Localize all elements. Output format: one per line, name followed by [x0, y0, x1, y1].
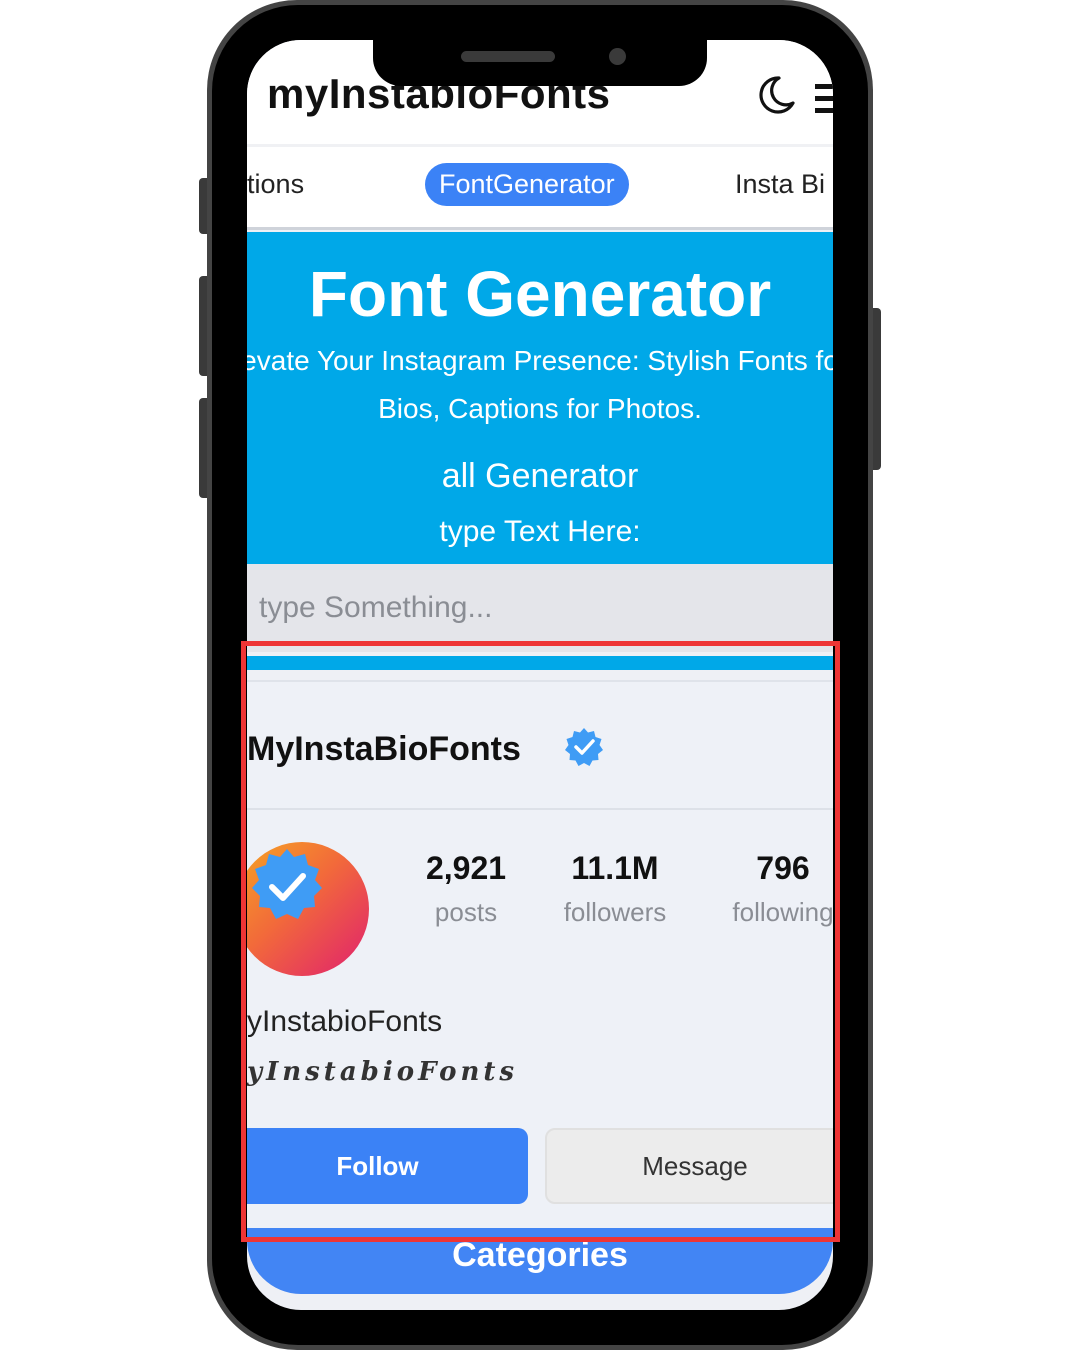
phone-notch	[373, 38, 707, 86]
moon-icon[interactable]	[753, 73, 797, 117]
input-label: type Text Here:	[439, 515, 641, 548]
menu-icon[interactable]	[815, 82, 833, 116]
tab-captions[interactable]: aptions	[247, 169, 304, 200]
generator-heading: all Generator	[441, 457, 639, 495]
speaker-grille	[461, 51, 555, 62]
hero-banner: Font Generator evate Your Instagram Pres…	[247, 232, 833, 564]
tab-font-generator[interactable]: FontGenerator	[425, 163, 629, 206]
category-tabs: aptions FontGenerator Insta Bi	[247, 144, 833, 230]
tab-insta-bio[interactable]: Insta Bi	[735, 169, 825, 200]
page-title: Font Generator	[308, 258, 772, 330]
text-input[interactable]	[247, 564, 833, 652]
hero-subtitle-line-2: Bios, Captions for Photos.	[378, 393, 702, 424]
highlight-box	[241, 641, 840, 1242]
camera-icon	[609, 48, 626, 65]
hero-subtitle-line-1: evate Your Instagram Presence: Stylish F…	[247, 345, 833, 376]
